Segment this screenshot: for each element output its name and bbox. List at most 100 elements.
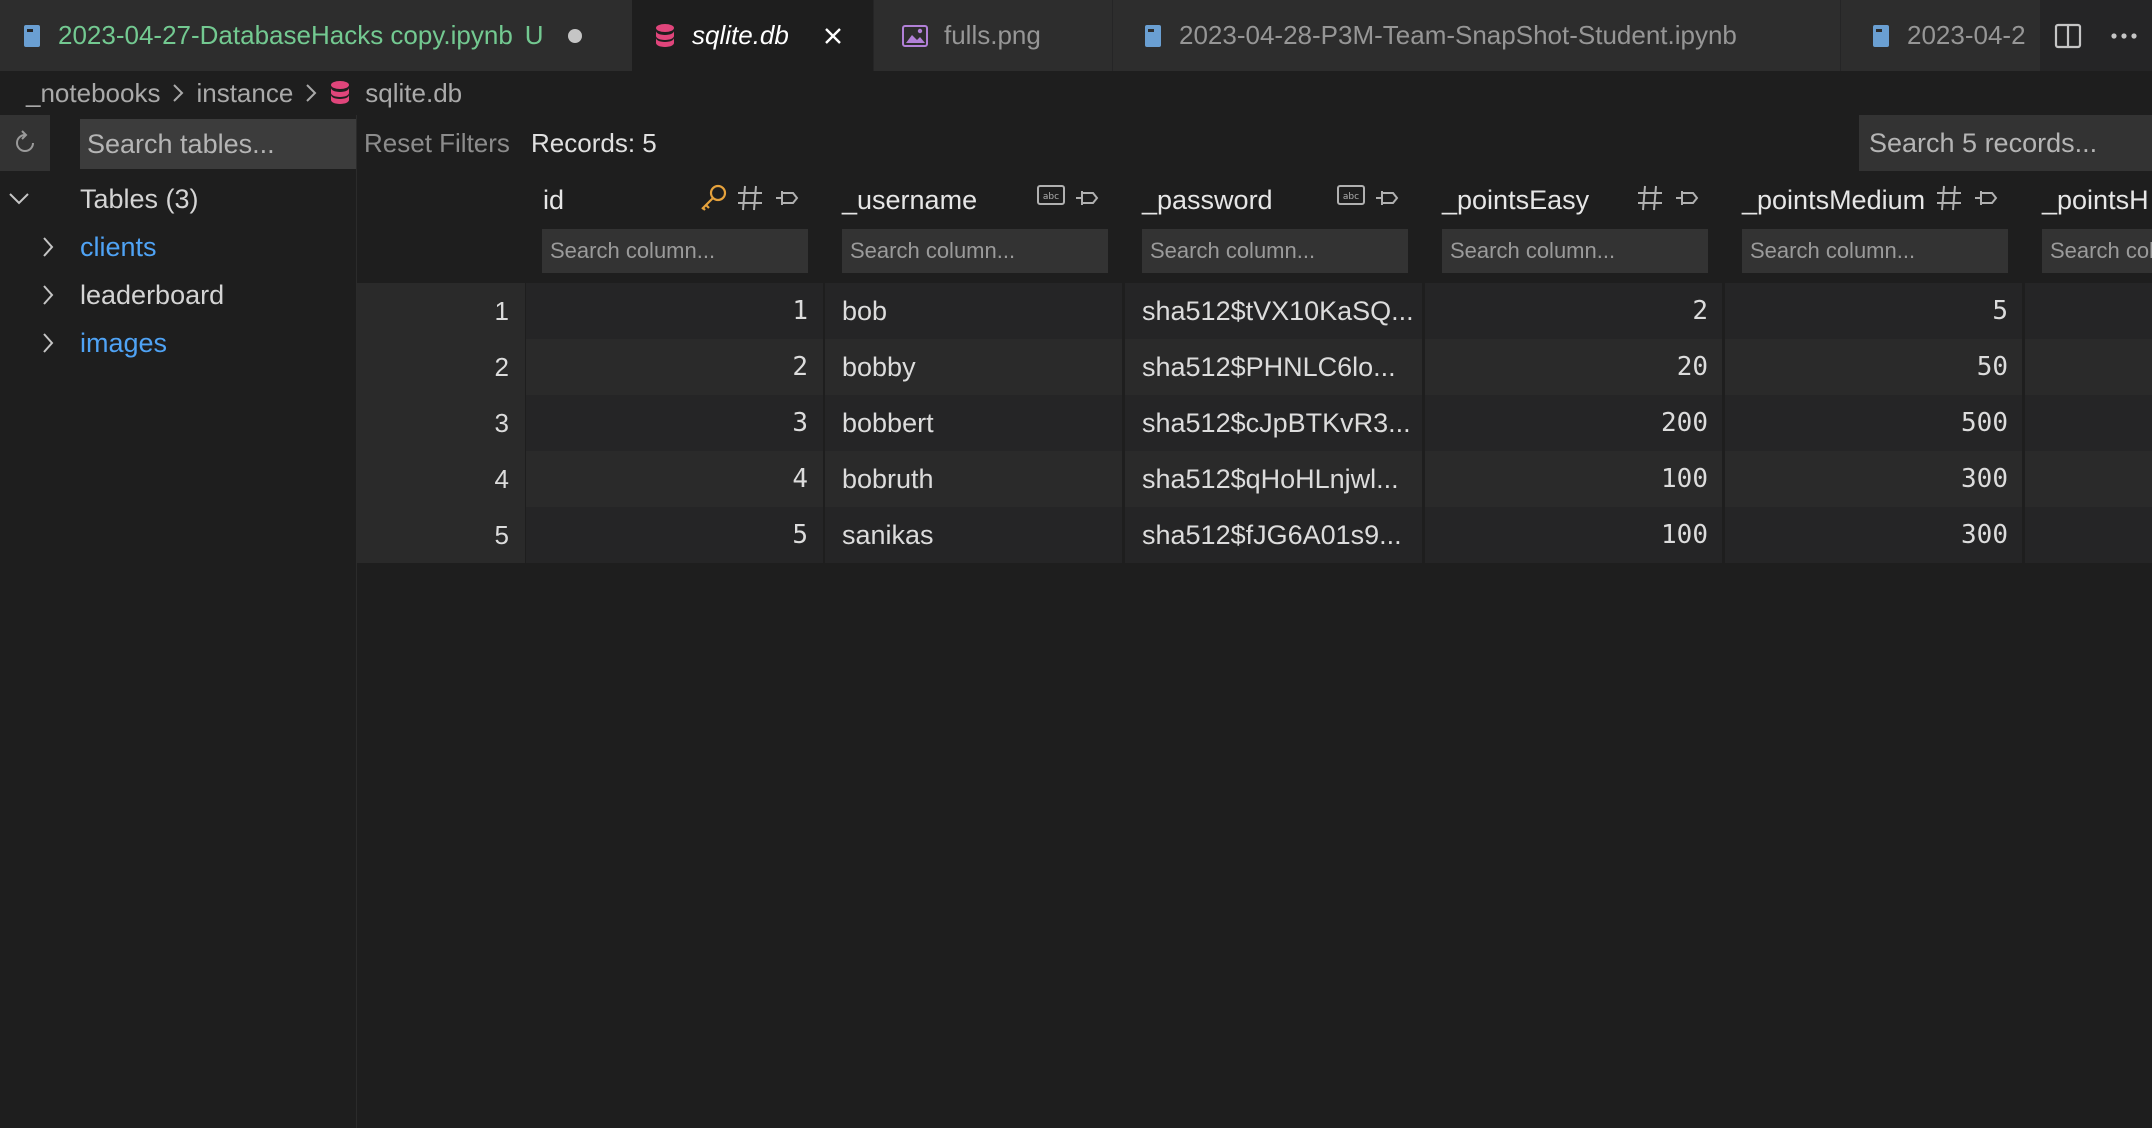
chevron-right-icon	[42, 236, 54, 258]
cell-username[interactable]: bobbert	[842, 395, 1122, 451]
table-row[interactable]: 3 3 bobbert sha512$cJpBTKvR3... 200 500	[357, 395, 2152, 451]
pin-icon[interactable]	[773, 183, 801, 213]
records-grid: id _username abc _password abc _pointsEa…	[357, 171, 2152, 1128]
reset-filters-button[interactable]: Reset Filters	[364, 120, 510, 166]
chevron-down-icon	[8, 192, 30, 206]
sidebar-item-clients[interactable]: clients	[0, 223, 356, 271]
row-number: 2	[494, 351, 509, 382]
table-row[interactable]: 5 5 sanikas sha512$fJG6A01s9... 100 300	[357, 507, 2152, 563]
cell-id[interactable]: 2	[542, 339, 808, 395]
table-name-clients: clients	[80, 231, 157, 262]
database-icon	[329, 80, 351, 106]
table-row[interactable]: 1 1 bob sha512$tVX10KaSQ... 2 5	[357, 283, 2152, 339]
row-number: 3	[494, 407, 509, 438]
breadcrumb-item-instance[interactable]: instance	[196, 78, 293, 109]
column-filter-pointshard[interactable]	[2042, 229, 2152, 273]
column-header-id[interactable]: id	[543, 185, 564, 216]
cell-id[interactable]: 4	[542, 451, 808, 507]
column-filter-pointsmedium[interactable]	[1742, 229, 2008, 273]
pin-icon[interactable]	[1673, 183, 1701, 213]
cell-pointseasy[interactable]: 2	[1442, 283, 1708, 339]
column-filter-id[interactable]	[542, 229, 808, 273]
column-header-password[interactable]: _password	[1142, 185, 1273, 216]
table-row[interactable]: 2 2 bobby sha512$PHNLC6lo... 20 50	[357, 339, 2152, 395]
cell-pointsmedium[interactable]: 300	[1742, 507, 2008, 563]
close-icon[interactable]	[823, 26, 843, 46]
cell-pointseasy[interactable]: 20	[1442, 339, 1708, 395]
tab-label: 2023-04-28-P3M-Team-SnapShot-Student.ipy…	[1179, 20, 1737, 50]
tab-sqlite-db[interactable]: sqlite.db	[632, 0, 873, 71]
notebook-icon	[22, 24, 42, 48]
cell-password[interactable]: sha512$PHNLC6lo...	[1142, 339, 1422, 395]
editor-actions	[2040, 0, 2152, 71]
breadcrumb-item-notebooks[interactable]: _notebooks	[26, 78, 160, 109]
column-filter-password[interactable]	[1142, 229, 1408, 273]
cell-background	[2025, 507, 2152, 563]
tab-overflow-notebook[interactable]: 2023-04-2	[1841, 0, 2041, 71]
table-name-leaderboard: leaderboard	[80, 279, 225, 310]
pin-icon[interactable]	[1373, 183, 1401, 213]
tables-group-header[interactable]: Tables (3)	[0, 175, 356, 223]
database-icon	[654, 23, 676, 49]
cell-background	[2025, 339, 2152, 395]
pin-icon[interactable]	[1972, 183, 2000, 213]
cell-id[interactable]: 5	[542, 507, 808, 563]
number-type-icon	[736, 183, 764, 213]
cell-id[interactable]: 1	[542, 283, 808, 339]
sidebar-item-images[interactable]: images	[0, 319, 356, 367]
cell-password[interactable]: sha512$qHoHLnjwl...	[1142, 451, 1422, 507]
table-name-images: images	[80, 327, 168, 358]
sidebar-item-leaderboard[interactable]: leaderboard	[0, 271, 356, 319]
chevron-right-icon	[42, 332, 54, 354]
search-records-input[interactable]	[1859, 115, 2152, 171]
cell-pointsmedium[interactable]: 50	[1742, 339, 2008, 395]
cell-password[interactable]: sha512$tVX10KaSQ...	[1142, 283, 1422, 339]
cell-pointseasy[interactable]: 100	[1442, 451, 1708, 507]
cell-pointsmedium[interactable]: 5	[1742, 283, 2008, 339]
row-number: 5	[494, 519, 509, 550]
cell-pointsmedium[interactable]: 300	[1742, 451, 2008, 507]
column-header-username[interactable]: _username	[842, 185, 977, 216]
editor-tab-bar: 2023-04-27-DatabaseHacks copy.ipynb U sq…	[0, 0, 2152, 71]
tab-databasehacks-notebook[interactable]: 2023-04-27-DatabaseHacks copy.ipynb U	[0, 0, 632, 71]
cell-password[interactable]: sha512$cJpBTKvR3...	[1142, 395, 1422, 451]
column-filter-username[interactable]	[842, 229, 1108, 273]
cell-username[interactable]: bobruth	[842, 451, 1122, 507]
column-header-pointshard[interactable]: _pointsH	[2042, 185, 2149, 216]
text-type-icon: abc	[1336, 183, 1366, 209]
cell-pointsmedium[interactable]: 500	[1742, 395, 2008, 451]
breadcrumb-item-sqlite-db[interactable]: sqlite.db	[365, 78, 462, 109]
tab-label: sqlite.db	[692, 20, 789, 50]
cell-background	[2025, 395, 2152, 451]
svg-text:abc: abc	[1343, 192, 1359, 202]
cell-id[interactable]: 3	[542, 395, 808, 451]
pin-icon[interactable]	[1073, 183, 1101, 213]
image-icon	[902, 24, 928, 47]
search-tables-input[interactable]	[80, 119, 356, 169]
split-editor-icon[interactable]	[2054, 23, 2082, 49]
unsaved-dot-icon[interactable]	[567, 28, 582, 43]
cell-username[interactable]: bob	[842, 283, 1122, 339]
key-icon	[698, 183, 728, 213]
tables-sidebar: Tables (3) clients leaderboard images	[0, 115, 357, 1128]
cell-username[interactable]: bobby	[842, 339, 1122, 395]
records-count: Records: 5	[531, 127, 657, 158]
untracked-badge: U	[524, 20, 544, 50]
tab-label: 2023-04-27-DatabaseHacks copy.ipynb	[58, 20, 513, 50]
column-filter-pointseasy[interactable]	[1442, 229, 1708, 273]
refresh-button[interactable]	[0, 115, 50, 171]
notebook-icon	[1871, 24, 1891, 48]
number-type-icon	[1935, 183, 1963, 213]
tab-fulls-png[interactable]: fulls.png	[874, 0, 1112, 71]
notebook-icon	[1143, 24, 1163, 48]
table-row[interactable]: 4 4 bobruth sha512$qHoHLnjwl... 100 300	[357, 451, 2152, 507]
column-header-pointsmedium[interactable]: _pointsMedium	[1742, 185, 1925, 216]
tab-p3m-snapshot-notebook[interactable]: 2023-04-28-P3M-Team-SnapShot-Student.ipy…	[1113, 0, 1840, 71]
cell-pointseasy[interactable]: 200	[1442, 395, 1708, 451]
more-actions-icon[interactable]	[2110, 32, 2138, 40]
chevron-right-icon	[42, 284, 54, 306]
cell-username[interactable]: sanikas	[842, 507, 1122, 563]
cell-password[interactable]: sha512$fJG6A01s9...	[1142, 507, 1422, 563]
cell-pointseasy[interactable]: 100	[1442, 507, 1708, 563]
column-header-pointseasy[interactable]: _pointsEasy	[1442, 185, 1589, 216]
